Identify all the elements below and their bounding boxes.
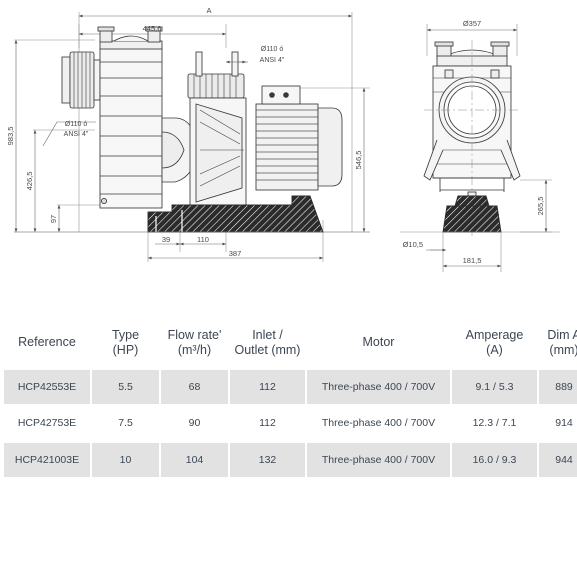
header-motor: Motor xyxy=(307,320,450,368)
header-dim-a: Dim A (mm) xyxy=(539,320,577,368)
cell-reference: HCP42553E xyxy=(4,369,90,405)
label-overall-A: A xyxy=(206,6,211,15)
cell-motor: Three-phase 400 / 700V xyxy=(307,406,450,441)
header-type: Type (HP) xyxy=(92,320,159,368)
cell-flow-rate: 90 xyxy=(161,406,228,441)
header-flow-rate-line1: Flow rate' xyxy=(167,328,222,342)
header-amperage-line2: (A) xyxy=(486,342,503,357)
cell-flow-rate: 68 xyxy=(161,369,228,405)
specification-table-container: Reference Type (HP) Flow rate' (m³/h) In… xyxy=(0,318,577,479)
header-flow-rate: Flow rate' (m³/h) xyxy=(161,320,228,368)
header-type-line1: Type xyxy=(111,328,140,342)
header-motor-line1: Motor xyxy=(362,335,395,350)
seal-plate xyxy=(189,97,247,209)
cell-flow-rate: 104 xyxy=(161,442,228,478)
label-110: 110 xyxy=(197,235,209,244)
header-flow-rate-line2: (m³/h) xyxy=(177,342,212,357)
header-dim-a-line1: Dim A xyxy=(547,328,577,342)
table-row: HCP421003E 10 104 132 Three-phase 400 / … xyxy=(4,442,577,478)
label-hole-10-5: Ø10,5 xyxy=(403,240,423,249)
label-387: 387 xyxy=(229,249,242,258)
header-inlet-outlet-line2: Outlet (mm) xyxy=(234,342,301,357)
cell-inlet-outlet: 112 xyxy=(230,406,305,441)
label-inlet-dia: Ø110 ó xyxy=(65,121,88,128)
cell-inlet-outlet: 112 xyxy=(230,369,305,405)
label-97: 97 xyxy=(49,215,58,223)
label-dia-357: Ø357 xyxy=(463,19,481,28)
cell-amperage: 9.1 / 5.3 xyxy=(452,369,537,405)
cell-motor: Three-phase 400 / 700V xyxy=(307,442,450,478)
cell-amperage: 12.3 / 7.1 xyxy=(452,406,537,441)
label-265-5: 265,5 xyxy=(536,197,545,216)
coupling-collar xyxy=(187,73,245,99)
cell-dim-a: 914 xyxy=(539,406,577,441)
table-header-row: Reference Type (HP) Flow rate' (m³/h) In… xyxy=(4,320,577,368)
pump-side-view xyxy=(61,26,343,209)
header-inlet-outlet-line1: Inlet / xyxy=(252,328,283,342)
cell-type: 5.5 xyxy=(92,369,159,405)
header-type-line2: (HP) xyxy=(112,342,139,357)
table-row: HCP42553E 5.5 68 112 Three-phase 400 / 7… xyxy=(4,369,577,405)
cell-motor: Three-phase 400 / 700V xyxy=(307,369,450,405)
front-base-plinth xyxy=(442,195,502,233)
header-dim-a-line2: (mm) xyxy=(549,342,577,357)
label-outlet-dia: Ø110 ó xyxy=(261,46,284,53)
header-reference: Reference xyxy=(4,320,90,368)
label-39: 39 xyxy=(162,235,170,244)
specification-table: Reference Type (HP) Flow rate' (m³/h) In… xyxy=(2,318,577,479)
label-546-5: 546,5 xyxy=(354,151,363,170)
label-outlet-ansi: ANSI 4" xyxy=(260,57,285,64)
strainer-pot xyxy=(97,26,163,209)
table-row: HCP42753E 7.5 90 112 Three-phase 400 / 7… xyxy=(4,406,577,441)
header-inlet-outlet: Inlet / Outlet (mm) xyxy=(230,320,305,368)
drawing-svg: A 445,6 983,5 426,5 97 546,5 39 110 387 … xyxy=(6,6,560,272)
cell-reference: HCP421003E xyxy=(4,442,90,478)
label-426-5: 426,5 xyxy=(25,172,34,191)
electric-motor xyxy=(255,85,343,191)
label-inlet-ansi: ANSI 4" xyxy=(64,131,89,138)
label-983-5: 983,5 xyxy=(6,127,15,146)
cell-amperage: 16.0 / 9.3 xyxy=(452,442,537,478)
suction-port xyxy=(61,51,101,109)
technical-drawing: A 445,6 983,5 426,5 97 546,5 39 110 387 … xyxy=(0,0,577,300)
cell-dim-a: 889 xyxy=(539,369,577,405)
cell-type: 10 xyxy=(92,442,159,478)
discharge-port xyxy=(195,51,239,77)
header-reference-line1: Reference xyxy=(18,335,76,350)
cell-type: 7.5 xyxy=(92,406,159,441)
cell-reference: HCP42753E xyxy=(4,406,90,441)
cell-inlet-outlet: 132 xyxy=(230,442,305,478)
label-445-6: 445,6 xyxy=(143,24,162,33)
header-amperage: Amperage (A) xyxy=(452,320,537,368)
label-181-5: 181,5 xyxy=(463,256,482,265)
header-amperage-line1: Amperage xyxy=(465,328,524,342)
cell-dim-a: 944 xyxy=(539,442,577,478)
